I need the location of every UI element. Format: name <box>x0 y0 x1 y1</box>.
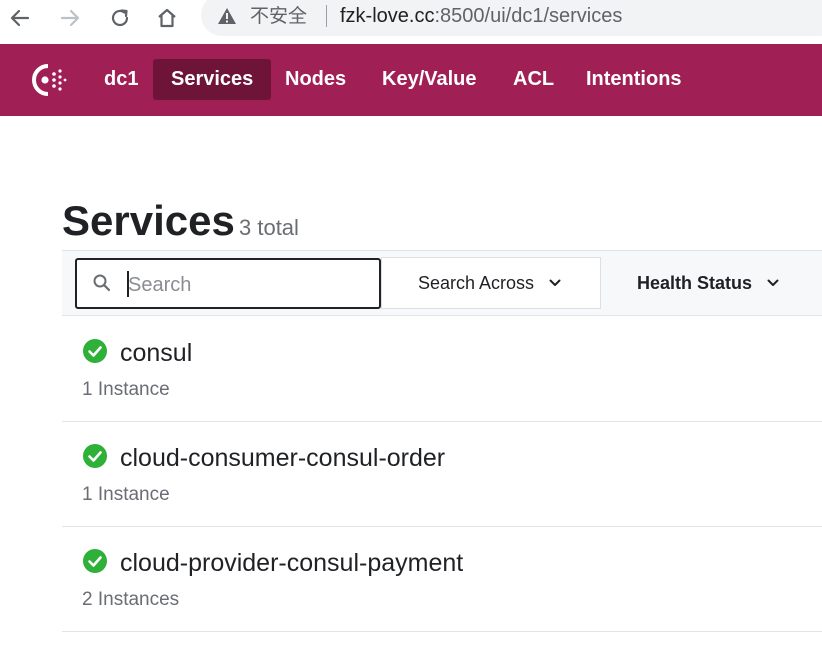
search-across-label: Search Across <box>418 272 535 293</box>
service-instance-count: 2 Instances <box>82 589 180 610</box>
text-cursor <box>127 271 129 297</box>
url-text[interactable]: fzk-love.cc:8500/ui/dc1/services <box>340 3 622 29</box>
reload-button[interactable] <box>106 4 134 32</box>
service-name[interactable]: cloud-provider-consul-payment <box>120 547 463 579</box>
service-instance-count: 1 Instance <box>82 379 170 400</box>
chevron-down-icon <box>549 279 561 286</box>
nav-item-services[interactable]: Services <box>153 59 272 100</box>
arrow-right-icon <box>60 9 80 27</box>
services-total: 3 total <box>239 215 299 240</box>
service-row-consul[interactable]: consul 1 Instance <box>62 317 822 422</box>
reload-icon <box>111 9 129 27</box>
service-instance-count: 1 Instance <box>82 484 170 505</box>
home-button[interactable] <box>153 4 181 32</box>
search-input[interactable] <box>128 270 368 300</box>
url-divider <box>326 5 327 27</box>
nav-item-acl[interactable]: ACL <box>495 59 572 100</box>
check-circle-icon <box>83 549 107 573</box>
service-name[interactable]: consul <box>120 337 192 369</box>
check-circle-icon <box>83 339 107 363</box>
search-icon <box>93 274 111 292</box>
nav-item-nodes[interactable]: Nodes <box>267 59 364 100</box>
nav-item-intentions[interactable]: Intentions <box>568 59 700 100</box>
home-icon <box>158 8 176 28</box>
service-row-cloud-provider-consul-payment[interactable]: cloud-provider-consul-payment 2 Instance… <box>62 527 822 632</box>
arrow-left-icon <box>10 9 30 27</box>
page-title: Services <box>62 197 235 244</box>
nav-item-key-value[interactable]: Key/Value <box>364 59 495 100</box>
url-path: :8500/ui/dc1/services <box>434 5 623 27</box>
health-status-label: Health Status <box>637 272 753 293</box>
insecure-label[interactable]: 不安全 <box>250 3 307 29</box>
health-status-dropdown[interactable]: Health Status <box>601 257 801 309</box>
check-circle-icon <box>83 444 107 468</box>
back-button[interactable] <box>6 4 34 32</box>
url-host: fzk-love.cc <box>340 5 435 27</box>
datacenter-selector[interactable]: dc1 <box>86 59 156 100</box>
browser-toolbar: 不安全 fzk-love.cc:8500/ui/dc1/services <box>0 0 822 44</box>
forward-button[interactable] <box>56 4 84 32</box>
chevron-down-icon <box>767 279 779 286</box>
warning-icon[interactable] <box>217 6 237 26</box>
service-row-cloud-consumer-consul-order[interactable]: cloud-consumer-consul-order 1 Instance <box>62 422 822 527</box>
service-name[interactable]: cloud-consumer-consul-order <box>120 442 445 474</box>
top-navigation: dc1 Services Nodes Key/Value ACL Intenti… <box>0 44 822 116</box>
consul-logo-icon[interactable] <box>24 60 68 100</box>
search-across-dropdown[interactable]: Search Across <box>381 257 601 309</box>
